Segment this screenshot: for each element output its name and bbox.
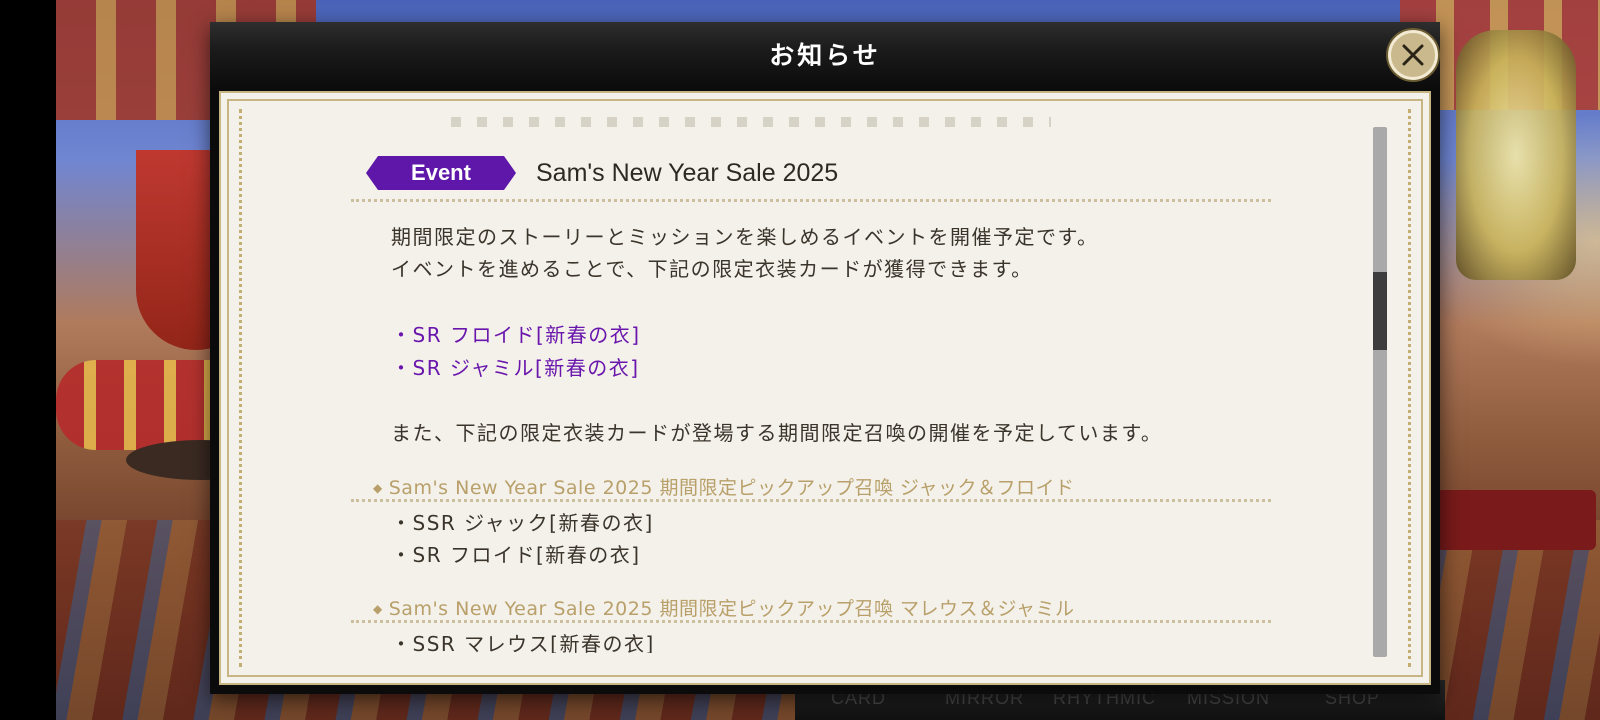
close-button[interactable] <box>1388 30 1438 80</box>
table-decoration <box>1436 490 1596 550</box>
event-card-item: ・SR フロイド[新春の衣] <box>391 323 641 347</box>
notice-title: Sam's New Year Sale 2025 <box>536 158 839 187</box>
summon-heading-text: Sam's New Year Sale 2025 期間限定ピックアップ召喚 マレ… <box>388 598 1075 620</box>
clipped-text-fragment <box>451 117 1051 127</box>
category-badge: Event <box>366 156 516 190</box>
divider <box>351 199 1271 202</box>
notice-header: Event Sam's New Year Sale 2025 <box>366 155 838 191</box>
dotted-border-left <box>239 109 242 667</box>
summon-card-item: ・SR フロイド[新春の衣] <box>391 543 641 567</box>
divider <box>351 499 1271 502</box>
dotted-border-right <box>1408 109 1411 667</box>
dialog-title: お知らせ <box>769 41 881 70</box>
event-card-item: ・SR ジャミル[新春の衣] <box>391 356 640 380</box>
notice-dialog: お知らせ Event Sam's New Year Sale 2025 期間限定… <box>210 22 1440 694</box>
summon-card-item: ・SSR ジャック[新春の衣] <box>391 511 654 535</box>
notice-panel: Event Sam's New Year Sale 2025 期間限定のストーリ… <box>219 91 1431 685</box>
diamond-bullet-icon: ◆ <box>373 602 383 616</box>
summon-card-item: ・SSR マレウス[新春の衣] <box>391 632 655 653</box>
intro-line: 期間限定のストーリーとミッションを楽しめるイベントを開催予定です。 <box>391 225 1099 249</box>
dialog-header: お知らせ <box>210 22 1440 90</box>
close-x-icon <box>1402 44 1424 66</box>
notice-content[interactable]: Event Sam's New Year Sale 2025 期間限定のストーリ… <box>351 117 1281 653</box>
summon-heading: ◆ Sam's New Year Sale 2025 期間限定ピックアップ召喚 マ… <box>373 594 1075 621</box>
summon-heading-text: Sam's New Year Sale 2025 期間限定ピックアップ召喚 ジャ… <box>388 477 1075 499</box>
lantern-decoration <box>1456 30 1576 280</box>
intro-line: イベントを進めることで、下記の限定衣装カードが獲得できます。 <box>391 257 1033 281</box>
scrollbar[interactable] <box>1373 127 1387 657</box>
summon-heading: ◆ Sam's New Year Sale 2025 期間限定ピックアップ召喚 ジ… <box>373 473 1075 500</box>
scroll-thumb[interactable] <box>1373 272 1387 350</box>
diamond-bullet-icon: ◆ <box>373 481 383 495</box>
divider <box>351 620 1271 623</box>
summon-intro: また、下記の限定衣装カードが登場する期間限定召喚の開催を予定しています。 <box>391 421 1163 445</box>
